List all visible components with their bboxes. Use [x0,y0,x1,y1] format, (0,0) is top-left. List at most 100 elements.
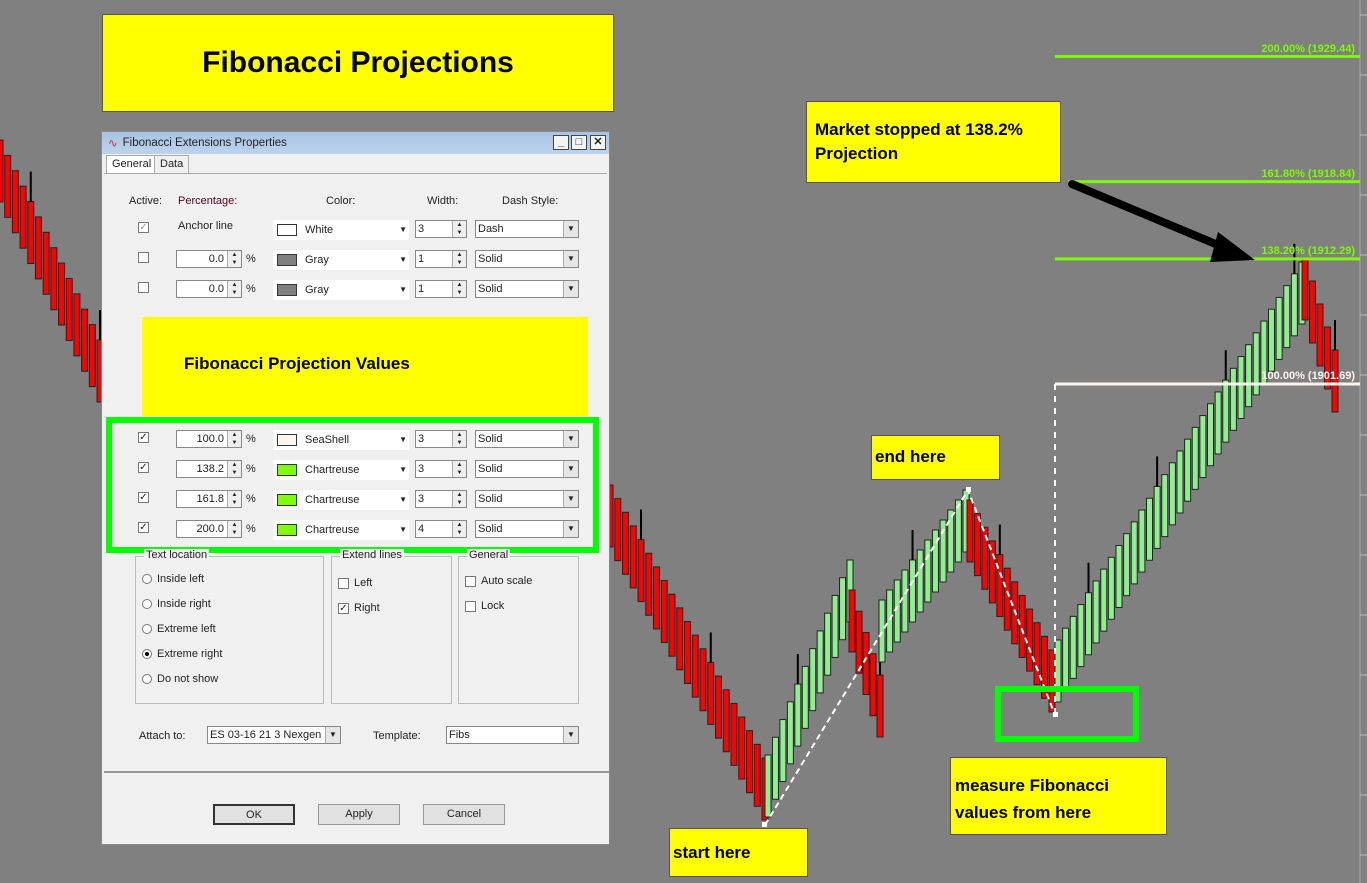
width-input[interactable]: 4 ▲ ▼ [415,520,467,538]
minimize-button[interactable]: _ [553,135,569,150]
level-active-checkbox[interactable]: ✓ [138,432,149,443]
auto-scale-checkbox[interactable] [465,575,476,587]
down-bar [73,293,81,357]
lock-option[interactable]: Lock [465,600,504,612]
level-active-checkbox[interactable]: ✓ [138,492,149,503]
anchor-handle[interactable] [762,822,767,827]
percentage-input[interactable]: 200.0 ▲ ▼ [176,520,242,538]
dash-select[interactable]: Solid ▼ [475,430,579,448]
width-input[interactable]: 3 ▲ ▼ [415,460,467,478]
up-bar [1229,367,1237,431]
extend-left-checkbox[interactable] [338,577,349,589]
ok-button[interactable]: OK [213,804,295,825]
title-banner: Fibonacci Projections [102,14,614,112]
color-select[interactable]: SeaShell ▼ [273,430,409,450]
tab-data[interactable]: Data [154,155,190,174]
dash-select[interactable]: Solid ▼ [475,490,579,508]
percent-unit: % [246,283,256,295]
up-bar [1207,403,1214,467]
down-bar [58,262,66,326]
down-bar [0,139,4,203]
down-bar [65,277,73,341]
down-bar [973,513,981,577]
down-bar [730,702,738,766]
text-location-option[interactable]: Inside left [142,573,204,585]
level-active-checkbox[interactable] [138,282,149,293]
dialog-title: Fibonacci Extensions Properties [122,137,287,149]
width-input[interactable]: 1 ▲ ▼ [415,250,467,268]
dash-select[interactable]: Solid ▼ [475,460,579,478]
template-select[interactable]: Fibs ▼ [446,726,579,744]
width-input[interactable]: 3 ▲ ▼ [415,430,467,448]
anchor-label: Anchor line [178,220,234,232]
up-bar [1146,497,1153,561]
lock-checkbox[interactable] [465,600,476,612]
text-location-option[interactable]: Extreme right [142,648,222,660]
up-bar [1275,296,1283,360]
radio-button[interactable] [142,674,152,684]
level-active-checkbox[interactable]: ✓ [138,462,149,473]
dash-select[interactable]: Solid ▼ [475,520,579,538]
text-location-option[interactable]: Extreme left [142,623,216,635]
down-bar [4,154,12,218]
percentage-input[interactable]: 0.0 ▲ ▼ [176,280,242,298]
up-bar [1138,509,1146,573]
level-active-checkbox[interactable]: ✓ [138,522,149,533]
tab-general[interactable]: General [106,155,158,174]
color-select[interactable]: Chartreuse ▼ [273,490,409,510]
close-button[interactable]: ✕ [590,135,606,150]
dash-select[interactable]: Solid ▼ [475,280,579,298]
level-active-checkbox[interactable] [138,252,149,263]
apply-button[interactable]: Apply [318,804,400,825]
text-location-option[interactable]: Do not show [142,673,218,685]
dash-select[interactable]: Solid ▼ [475,250,579,268]
fib-level-label: 138.20% (1912.29) [1261,244,1355,257]
color-select[interactable]: Gray ▼ [273,250,409,270]
down-bar [1309,280,1316,344]
down-bar [81,308,89,372]
color-select[interactable]: White ▼ [273,220,409,240]
color-select[interactable]: Chartreuse ▼ [273,520,409,540]
down-bar [34,216,42,280]
up-bar [779,719,787,783]
color-swatch [277,494,297,506]
dash-select[interactable]: Dash ▼ [475,220,579,238]
dialog-titlebar[interactable]: ∿ Fibonacci Extensions Properties [102,132,609,154]
attach-select[interactable]: ES 03-16 21 3 Nexgen D ▼ [207,726,341,744]
maximize-button[interactable]: □ [571,135,587,150]
up-bar [1062,627,1070,691]
percentage-input[interactable]: 0.0 ▲ ▼ [176,250,242,268]
width-input[interactable]: 3 ▲ ▼ [415,220,467,238]
down-bar [869,653,877,717]
radio-button[interactable] [142,624,152,634]
cancel-button[interactable]: Cancel [423,804,505,825]
arrow-head-icon [1210,232,1255,262]
down-bar [707,661,715,725]
anchor-handle[interactable] [966,487,971,492]
extend-left-option[interactable]: Left [338,577,372,589]
extend-right-checkbox[interactable]: ✓ [338,602,349,614]
anchor-checkbox[interactable]: ✓ [138,222,149,233]
anchor-handle[interactable] [1053,712,1058,717]
color-select[interactable]: Chartreuse ▼ [273,460,409,480]
percentage-input[interactable]: 100.0 ▲ ▼ [176,430,242,448]
general-group: General Auto scale Lock [458,549,579,704]
extend-lines-group: Extend lines Left ✓ Right [331,549,452,704]
color-swatch [277,464,297,476]
color-swatch [277,254,297,266]
fib-level-row: ✓ 161.8 ▲ ▼ % Chartreuse ▼ 3 ▲ ▼ Solid ▼ [102,490,611,510]
width-input[interactable]: 1 ▲ ▼ [415,280,467,298]
radio-button[interactable] [142,599,152,609]
percentage-input[interactable]: 161.8 ▲ ▼ [176,490,242,508]
width-input[interactable]: 3 ▲ ▼ [415,490,467,508]
radio-button[interactable] [142,574,152,584]
text-location-option[interactable]: Inside right [142,598,211,610]
down-bar [715,675,722,739]
radio-button[interactable] [142,649,152,659]
extend-right-option[interactable]: ✓ Right [338,602,380,614]
percentage-input[interactable]: 138.2 ▲ ▼ [176,460,242,478]
up-bar [1283,285,1291,349]
color-select[interactable]: Gray ▼ [273,280,409,300]
down-bar [753,743,761,807]
auto-scale-option[interactable]: Auto scale [465,575,532,587]
